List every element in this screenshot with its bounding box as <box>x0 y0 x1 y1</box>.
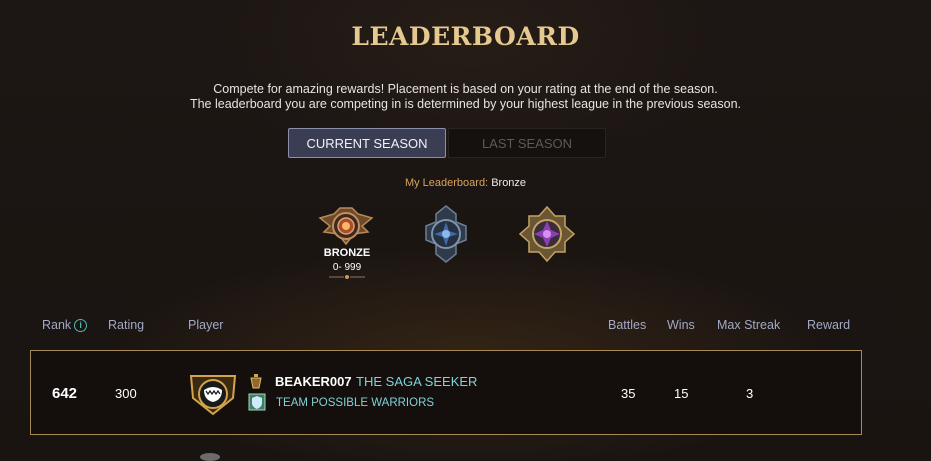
next-row-peek <box>200 453 220 461</box>
row-max-streak: 3 <box>746 386 754 401</box>
silver-league-icon[interactable] <box>416 204 476 266</box>
avatar[interactable] <box>187 372 239 416</box>
column-battles: Battles <box>608 318 647 332</box>
column-reward: Reward <box>807 318 851 332</box>
season-tabs: CURRENT SEASON LAST SEASON <box>288 128 606 158</box>
description-line-2: The leaderboard you are competing in is … <box>189 97 742 111</box>
gold-league-icon[interactable] <box>517 204 577 266</box>
tab-last-season[interactable]: LAST SEASON <box>448 128 606 158</box>
column-rating: Rating <box>108 318 145 332</box>
row-battles: 35 <box>621 386 636 401</box>
player-title: THE SAGA SEEKER <box>356 374 478 389</box>
table-header: Rank i Rating Player Battles Wins Max Str… <box>0 318 931 334</box>
row-rating: 300 <box>115 386 137 401</box>
column-player: Player <box>188 318 224 332</box>
info-icon[interactable]: i <box>74 319 88 332</box>
player-name[interactable]: BEAKER007 <box>275 374 352 389</box>
my-leaderboard: My Leaderboard: Bronze <box>0 177 931 189</box>
bronze-league-name: BRONZE <box>323 247 371 259</box>
description: Compete for amazing rewards! Placement i… <box>0 82 931 112</box>
column-max-streak: Max Streak <box>717 318 781 332</box>
title-icon <box>249 373 263 389</box>
page-title: LEADERBOARD <box>351 22 580 51</box>
column-wins: Wins <box>667 318 695 332</box>
table-row[interactable]: 642 300 BEAKER007 THE SAGA SEEKER TEAM P… <box>30 350 862 435</box>
row-wins: 15 <box>674 386 689 401</box>
row-rank: 642 <box>52 385 78 402</box>
my-leaderboard-label: My Leaderboard: <box>404 177 489 189</box>
player-info: BEAKER007 THE SAGA SEEKER <box>275 373 477 391</box>
column-rank: Rank i <box>42 318 88 332</box>
guild-name[interactable]: TEAM POSSIBLE WARRIORS <box>276 397 434 409</box>
column-rank-label: Rank <box>42 318 72 332</box>
my-leaderboard-value: Bronze <box>491 177 527 189</box>
tab-current-season[interactable]: CURRENT SEASON <box>288 128 446 158</box>
guild-icon <box>248 393 266 411</box>
description-line-1: Compete for amazing rewards! Placement i… <box>213 82 718 96</box>
bronze-league-range: 0- 999 <box>332 262 362 273</box>
selected-league-underline <box>329 275 365 279</box>
